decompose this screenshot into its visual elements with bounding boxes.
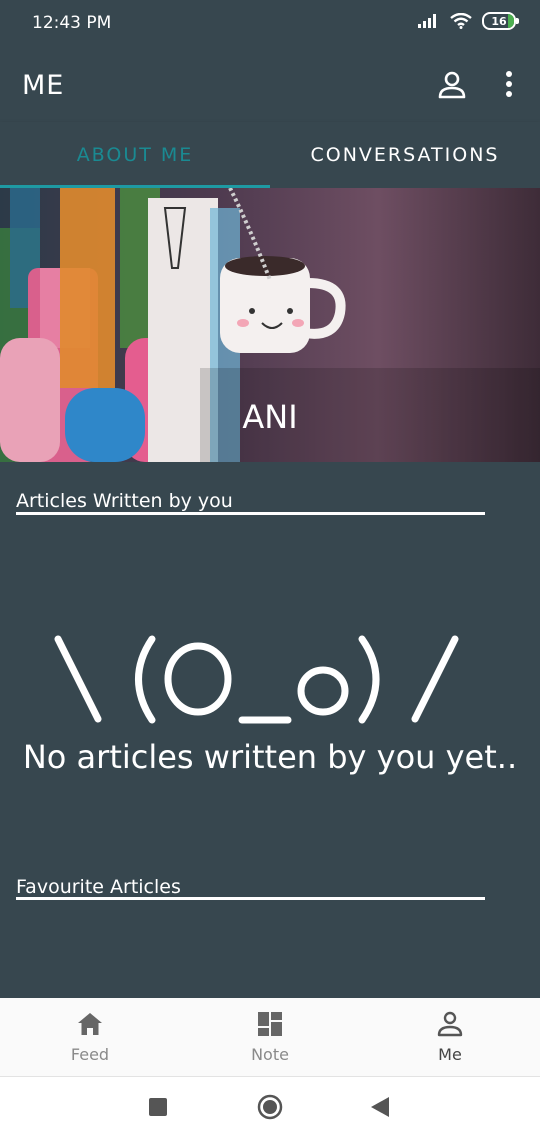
recents-icon[interactable] [149, 1098, 167, 1116]
wifi-icon [450, 13, 472, 29]
dashboard-icon [258, 1012, 282, 1036]
nav-note-label: Note [251, 1045, 289, 1064]
tab-conversations[interactable]: CONVERSATIONS [270, 122, 540, 188]
profile-banner: ANI [0, 188, 540, 462]
section-divider [16, 512, 485, 515]
nav-feed[interactable]: Feed [0, 998, 180, 1076]
nav-me-label: Me [438, 1045, 462, 1064]
battery-level: 16 [491, 14, 507, 28]
system-navigation-bar [0, 1077, 540, 1140]
person-icon [437, 1011, 463, 1037]
tab-bar: ABOUT ME CONVERSATIONS [0, 122, 540, 188]
signal-icon [418, 14, 436, 28]
page-title: ME [22, 70, 65, 101]
section-divider [16, 897, 485, 900]
nav-me[interactable]: Me [360, 998, 540, 1076]
articles-written-title: Articles Written by you [16, 490, 233, 512]
more-vert-icon[interactable] [497, 70, 521, 100]
status-time: 12:43 PM [32, 13, 112, 33]
favourite-articles-title: Favourite Articles [16, 876, 181, 898]
status-icons: 16 [418, 12, 519, 30]
nav-note[interactable]: Note [180, 998, 360, 1076]
battery-icon: 16 [482, 12, 519, 30]
tab-about-me-label: ABOUT ME [76, 144, 194, 166]
back-icon[interactable] [371, 1097, 389, 1117]
home-circle-icon[interactable] [257, 1094, 283, 1120]
status-bar: 12:43 PM 16 [0, 0, 540, 46]
empty-state-message: No articles written by you yet.. [22, 738, 518, 776]
emoticon-drawing [54, 635, 459, 724]
tab-about-me[interactable]: ABOUT ME [0, 122, 270, 188]
home-icon [78, 1013, 102, 1035]
bottom-navigation: Feed Note Me [0, 998, 540, 1077]
empty-state-emoticon [0, 632, 540, 732]
profile-name: ANI [242, 398, 298, 436]
account-icon[interactable] [437, 70, 467, 100]
app-bar: ME [0, 46, 540, 123]
tab-conversations-label: CONVERSATIONS [310, 144, 500, 166]
nav-feed-label: Feed [70, 1045, 110, 1064]
